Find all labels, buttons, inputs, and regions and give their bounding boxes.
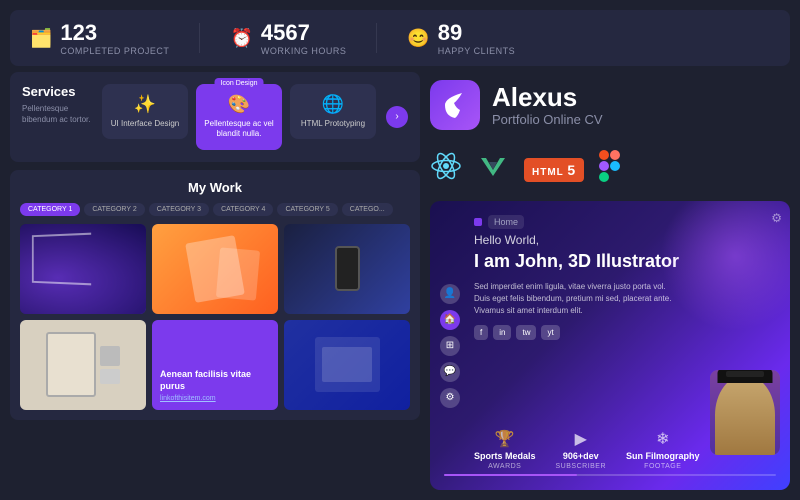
my-work-section: My Work CATEGORY 1 CATEGORY 2 CATEGORY 3… [10, 170, 420, 420]
icon-design-label: Pellentesque ac vel blandit nulla. [204, 119, 274, 140]
stat-divider-2 [376, 23, 377, 53]
stat-completed-projects: 🗂️ 123 Completed Project [30, 20, 169, 56]
portfolio-heading: I am John, 3D Illustrator [474, 251, 776, 273]
portfolio-stat-awards: 🏆 Sports Medals AWARDS [474, 429, 536, 470]
alexus-name: Alexus [492, 84, 603, 110]
home-label: Home [488, 215, 524, 229]
working-hours-icon: ⏰ [230, 28, 252, 49]
completed-projects-icon: 🗂️ [30, 28, 52, 49]
footage-label: FOOTAGE [644, 463, 681, 470]
figma-icon [599, 150, 621, 189]
alexus-subtitle: Portfolio Online CV [492, 112, 603, 127]
footage-icon: ❄ [656, 429, 669, 449]
right-panel: Alexus Portfolio Online CV HTML 5 [420, 72, 790, 490]
portfolio-stat-footage: ❄ Sun Filmography FOOTAGE [626, 429, 700, 470]
gear-button[interactable]: ⚙ [771, 209, 782, 227]
work-item-3[interactable] [284, 224, 410, 314]
services-cards: ✨ UI Interface Design Icon Design 🎨 Pell… [102, 84, 376, 150]
subscriber-number: 906+dev [563, 451, 599, 461]
icon-design-icon: 🎨 [204, 94, 274, 115]
nav-grid-icon[interactable]: ⊞ [440, 336, 460, 356]
service-card-ui[interactable]: ✨ UI Interface Design [102, 84, 188, 139]
progress-bar [444, 474, 776, 476]
category-tab-5[interactable]: CATEGORY 5 [277, 203, 337, 216]
service-card-icon-design[interactable]: Icon Design 🎨 Pellentesque ac vel blandi… [196, 84, 282, 150]
work-item-4[interactable] [20, 320, 146, 410]
awards-number: Sports Medals [474, 451, 536, 461]
html-label: HTML Prototyping [298, 119, 368, 129]
work-grid: Aenean facilisis vitae purus linkofthisi… [20, 224, 410, 410]
portfolio-avatar [710, 370, 780, 455]
icon-design-badge: Icon Design [215, 78, 264, 89]
brand-accent [474, 218, 482, 226]
happy-clients-number: 89 [438, 20, 515, 46]
subscriber-label: SUBSCRIBER [556, 463, 607, 470]
left-panel: Services Pellentesque bibendum ac tortor… [10, 72, 420, 490]
awards-label: AWARDS [488, 463, 521, 470]
alexus-logo [430, 80, 480, 130]
html-icon: 🌐 [298, 94, 368, 115]
subscriber-icon: ▶ [575, 429, 587, 449]
portfolio-card: ⚙ 👤 🏠 ⊞ 💬 ⚙ Home Hello World, I am John,… [430, 201, 790, 490]
category-tab-6[interactable]: CATEGO... [342, 203, 393, 216]
services-title: Services [22, 84, 92, 99]
nav-chat-icon[interactable]: 💬 [440, 362, 460, 382]
category-tab-1[interactable]: CATEGORY 1 [20, 203, 80, 216]
nav-person-icon[interactable]: 👤 [440, 284, 460, 304]
portfolio-greeting: Hello World, [474, 233, 776, 247]
react-icon [430, 150, 462, 189]
nav-settings-icon[interactable]: ⚙ [440, 388, 460, 408]
portfolio-stat-subscriber: ▶ 906+dev SUBSCRIBER [556, 429, 607, 470]
tech-icons-row: HTML 5 [430, 146, 790, 193]
alexus-header: Alexus Portfolio Online CV [430, 72, 790, 138]
category-tab-2[interactable]: CATEGORY 2 [84, 203, 144, 216]
service-card-html[interactable]: 🌐 HTML Prototyping [290, 84, 376, 139]
social-youtube[interactable]: yt [541, 325, 559, 340]
footage-number: Sun Filmography [626, 451, 700, 461]
vue-icon [477, 150, 509, 189]
stat-working-hours: ⏰ 4567 Working Hours [230, 20, 346, 56]
alexus-text-block: Alexus Portfolio Online CV [492, 84, 603, 127]
completed-projects-number: 123 [60, 20, 169, 46]
services-description: Pellentesque bibendum ac tortor. [22, 103, 92, 125]
awards-icon: 🏆 [495, 429, 515, 449]
work-item-5-featured[interactable]: Aenean facilisis vitae purus linkofthisi… [152, 320, 278, 410]
social-facebook[interactable]: f [474, 325, 488, 340]
category-tabs: CATEGORY 1 CATEGORY 2 CATEGORY 3 CATEGOR… [20, 203, 410, 216]
portfolio-social: f in tw yt [474, 325, 776, 340]
social-twitter[interactable]: tw [516, 325, 536, 340]
portfolio-nav: 👤 🏠 ⊞ 💬 ⚙ [440, 284, 460, 408]
services-label-column: Services Pellentesque bibendum ac tortor… [22, 84, 92, 125]
happy-clients-label: Happy Clients [438, 46, 515, 56]
html5-badge: HTML 5 [524, 158, 584, 182]
main-content: Services Pellentesque bibendum ac tortor… [0, 72, 800, 500]
completed-projects-label: Completed Project [60, 46, 169, 56]
ui-design-label: UI Interface Design [110, 119, 180, 129]
stats-bar: 🗂️ 123 Completed Project ⏰ 4567 Working … [10, 10, 790, 66]
progress-fill [444, 474, 577, 476]
ui-design-icon: ✨ [110, 94, 180, 115]
social-linkedin[interactable]: in [493, 325, 511, 340]
category-tab-3[interactable]: CATEGORY 3 [149, 203, 209, 216]
work-item-2[interactable] [152, 224, 278, 314]
working-hours-number: 4567 [261, 20, 347, 46]
happy-clients-icon: 😊 [407, 28, 429, 49]
work-item-1[interactable] [20, 224, 146, 314]
work-item-5-link[interactable]: linkofthisitem.com [160, 395, 270, 402]
portfolio-description: Sed imperdiet enim ligula, vitae viverra… [474, 281, 674, 317]
stat-divider-1 [199, 23, 200, 53]
my-work-title: My Work [20, 180, 410, 195]
work-item-6[interactable] [284, 320, 410, 410]
stat-happy-clients: 😊 89 Happy Clients [407, 20, 515, 56]
services-section: Services Pellentesque bibendum ac tortor… [10, 72, 420, 162]
working-hours-label: Working Hours [261, 46, 347, 56]
category-tab-4[interactable]: CATEGORY 4 [213, 203, 273, 216]
nav-home-icon[interactable]: 🏠 [440, 310, 460, 330]
next-button[interactable]: › [386, 106, 408, 128]
work-item-5-title: Aenean facilisis vitae purus [160, 369, 270, 392]
gear-icon: ⚙ [771, 211, 782, 225]
